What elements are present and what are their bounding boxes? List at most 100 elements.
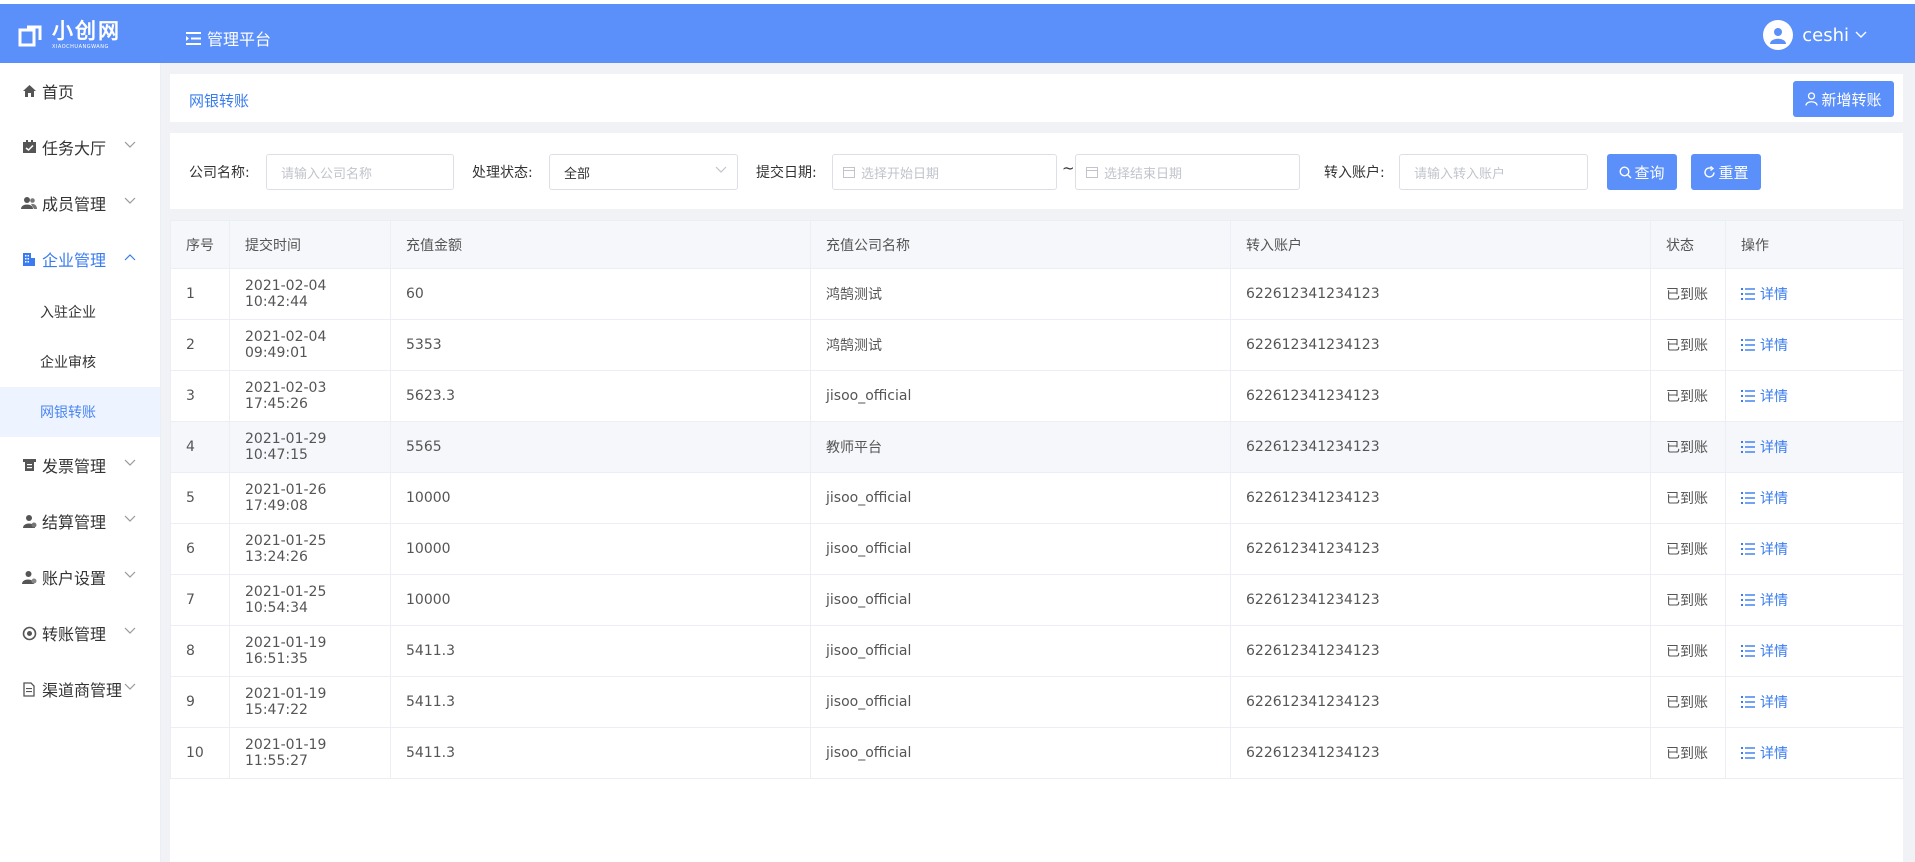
- detail-link[interactable]: 详情: [1741, 488, 1903, 508]
- cell-no: 5: [170, 472, 230, 524]
- start-date-input[interactable]: 选择开始日期: [832, 154, 1057, 190]
- column-header: 转入账户: [1230, 220, 1651, 269]
- column-header: 充值金额: [390, 220, 811, 269]
- company-name-input[interactable]: 请输入公司名称: [266, 154, 454, 190]
- cell-no: 10: [170, 727, 230, 779]
- breadcrumb[interactable]: 网银转账: [189, 90, 249, 111]
- sidebar-subitem-bank-transfer[interactable]: 网银转账: [0, 387, 160, 437]
- detail-link[interactable]: 详情: [1741, 539, 1903, 559]
- list-icon: [1741, 645, 1755, 657]
- sidebar-subitem-review[interactable]: 企业审核: [0, 337, 160, 387]
- cell-actions: 详情: [1725, 319, 1904, 371]
- home-icon: [21, 83, 37, 99]
- company-name-placeholder: 请输入公司名称: [281, 166, 373, 182]
- detail-label: 详情: [1760, 287, 1788, 303]
- cell-account: 622612341234123: [1230, 268, 1651, 320]
- cell-status: 已到账: [1650, 574, 1726, 626]
- chevron-down-icon: [124, 515, 136, 522]
- chevron-down-icon: [715, 166, 727, 173]
- list-icon: [1741, 390, 1755, 402]
- chevron-down-icon: [124, 197, 136, 204]
- search-icon: [1619, 165, 1632, 178]
- table-row: 8 2021-01-19 16:51:35 5411.3 jisoo_official…: [170, 625, 1904, 677]
- table-row: 2 2021-02-04 09:49:01 5353 鸿鹄测试 622612341234…: [170, 319, 1904, 371]
- sidebar-subitem-label: 入驻企业: [40, 305, 96, 321]
- cell-company: jisoo_official: [810, 676, 1231, 728]
- cell-actions: 详情: [1725, 421, 1904, 473]
- detail-link[interactable]: 详情: [1741, 692, 1903, 712]
- detail-link[interactable]: 详情: [1741, 386, 1903, 406]
- cell-status: 已到账: [1650, 676, 1726, 728]
- sidebar-item-settlement[interactable]: 结算管理: [0, 493, 160, 549]
- logo[interactable]: 小创网 XIAOCHUANGWANG: [18, 21, 121, 50]
- building-icon: [21, 251, 37, 267]
- sidebar-subitem-label: 企业审核: [40, 355, 96, 371]
- search-button[interactable]: 查询: [1607, 154, 1677, 190]
- table-row: 10 2021-01-19 11:55:27 5411.3 jisoo_officia…: [170, 727, 1904, 779]
- table-row: 7 2021-01-25 10:54:34 10000 jisoo_official 6…: [170, 574, 1904, 626]
- cell-time: 2021-01-25 13:24:26: [229, 523, 391, 575]
- calendar-icon: [1086, 167, 1098, 178]
- cell-no: 4: [170, 421, 230, 473]
- detail-link[interactable]: 详情: [1741, 437, 1903, 457]
- sidebar-item-enterprise[interactable]: 企业管理: [0, 231, 160, 287]
- detail-link[interactable]: 详情: [1741, 743, 1903, 763]
- column-header: 操作: [1725, 220, 1904, 269]
- breadcrumb-bar: 网银转账 新增转账: [170, 74, 1903, 122]
- cell-no: 1: [170, 268, 230, 320]
- menu-toggle[interactable]: 管理平台: [186, 26, 271, 50]
- cell-company: jisoo_official: [810, 523, 1231, 575]
- add-transfer-button[interactable]: 新增转账: [1793, 81, 1894, 117]
- end-date-input[interactable]: 选择结束日期: [1075, 154, 1300, 190]
- cell-actions: 详情: [1725, 370, 1904, 422]
- detail-link[interactable]: 详情: [1741, 641, 1903, 661]
- cell-account: 622612341234123: [1230, 319, 1651, 371]
- reset-button[interactable]: 重置: [1691, 154, 1761, 190]
- cell-amount: 5411.3: [390, 727, 811, 779]
- sidebar-item-label: 任务大厅: [42, 139, 107, 158]
- sidebar-item-home[interactable]: 首页: [0, 63, 160, 119]
- list-icon: [1741, 441, 1755, 453]
- detail-link[interactable]: 详情: [1741, 335, 1903, 355]
- detail-link[interactable]: 详情: [1741, 590, 1903, 610]
- sidebar-item-members[interactable]: 成员管理: [0, 175, 160, 231]
- cell-actions: 详情: [1725, 574, 1904, 626]
- channel-icon: [21, 681, 37, 697]
- account-input[interactable]: 请输入转入账户: [1399, 154, 1588, 190]
- cell-no: 2: [170, 319, 230, 371]
- sidebar-item-channel[interactable]: 渠道商管理: [0, 661, 160, 717]
- cell-time: 2021-01-25 10:54:34: [229, 574, 391, 626]
- cell-account: 622612341234123: [1230, 370, 1651, 422]
- cell-no: 9: [170, 676, 230, 728]
- main-content: 网银转账 新增转账 公司名称: 请输入公司名称 处理状态: 全部 提交日期: 选…: [161, 63, 1915, 862]
- table-header: 序号 提交时间 充值金额 充值公司名称 转入账户 状态 操作: [170, 220, 1904, 269]
- detail-link[interactable]: 详情: [1741, 284, 1903, 304]
- cell-status: 已到账: [1650, 319, 1726, 371]
- cell-account: 622612341234123: [1230, 625, 1651, 677]
- cell-amount: 5411.3: [390, 625, 811, 677]
- cell-company: jisoo_official: [810, 574, 1231, 626]
- list-icon: [1741, 339, 1755, 351]
- cell-account: 622612341234123: [1230, 421, 1651, 473]
- reset-label: 重置: [1718, 163, 1749, 182]
- sidebar-item-label: 成员管理: [42, 195, 107, 214]
- chevron-down-icon: [1855, 31, 1867, 38]
- sidebar-subitem-settled[interactable]: 入驻企业: [0, 287, 160, 337]
- cell-amount: 5353: [390, 319, 811, 371]
- detail-label: 详情: [1760, 338, 1788, 354]
- chevron-up-icon: [124, 254, 136, 261]
- user-menu[interactable]: ceshi: [1763, 20, 1867, 50]
- sidebar-item-label: 账户设置: [42, 569, 107, 588]
- sidebar-item-tasks[interactable]: 任务大厅: [0, 119, 160, 175]
- detail-label: 详情: [1760, 695, 1788, 711]
- status-select[interactable]: 全部: [549, 154, 738, 190]
- logo-icon: [18, 25, 42, 46]
- transfer-table: 序号 提交时间 充值金额 充值公司名称 转入账户 状态 操作 1 2021-02-…: [170, 220, 1904, 779]
- detail-label: 详情: [1760, 542, 1788, 558]
- cell-actions: 详情: [1725, 625, 1904, 677]
- sidebar-item-account[interactable]: 账户设置: [0, 549, 160, 605]
- cell-no: 3: [170, 370, 230, 422]
- filter-bar: 公司名称: 请输入公司名称 处理状态: 全部 提交日期: 选择开始日期 ~ 选择…: [170, 133, 1903, 209]
- sidebar-item-transfer[interactable]: 转账管理: [0, 605, 160, 661]
- sidebar-item-invoice[interactable]: 发票管理: [0, 437, 160, 493]
